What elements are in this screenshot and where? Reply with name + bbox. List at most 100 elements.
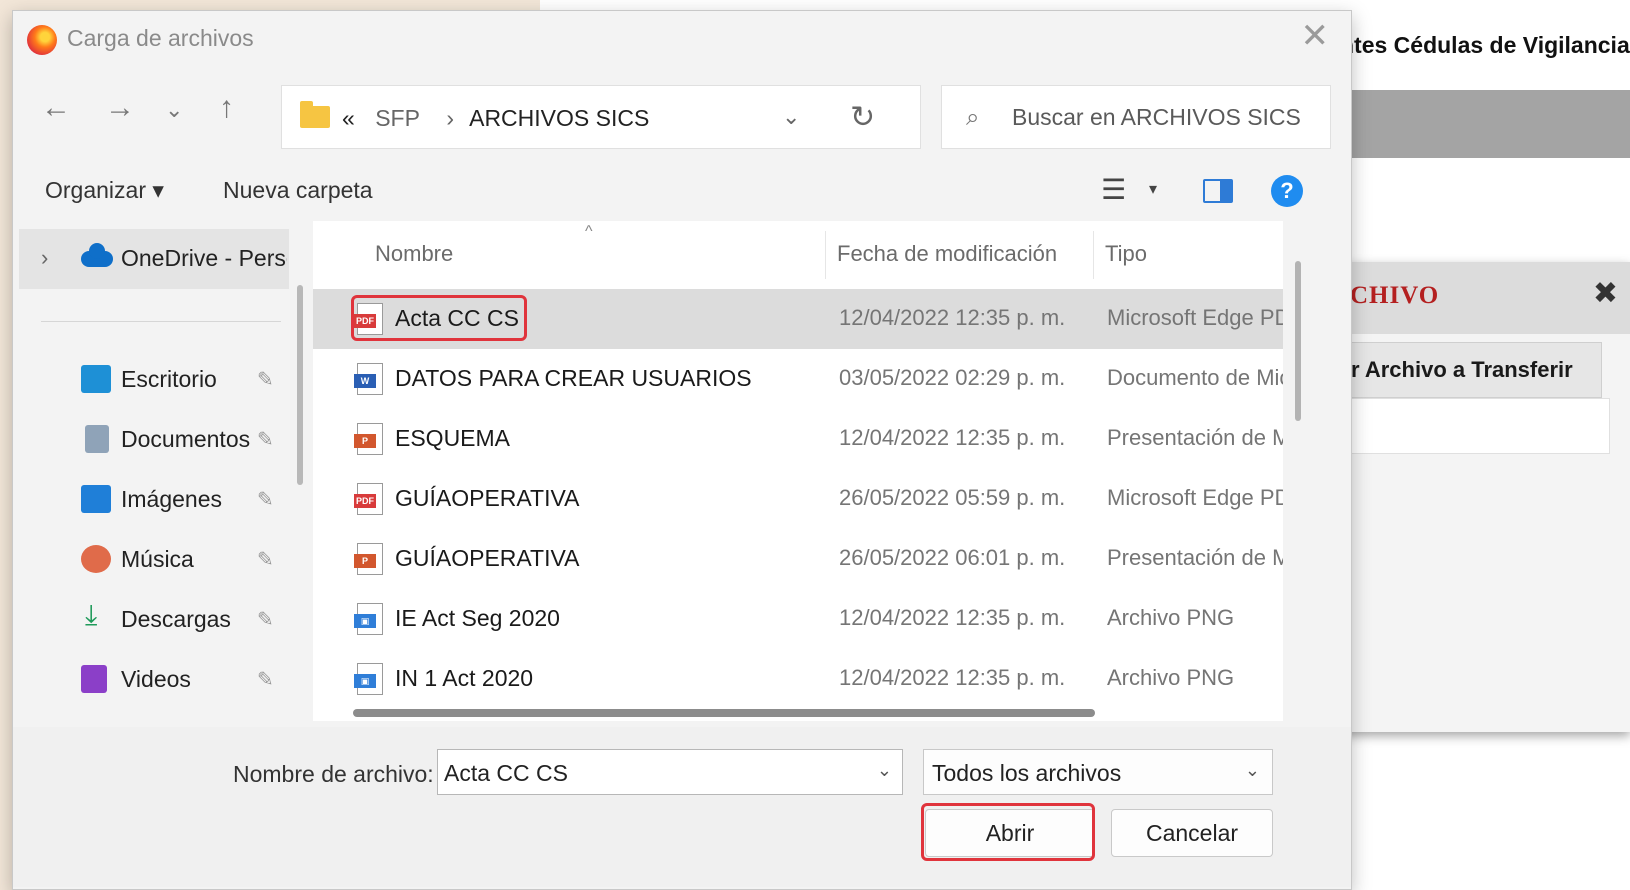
file-date: 03/05/2022 02:29 p. m.	[839, 365, 1066, 390]
search-box[interactable]: ⌕	[941, 85, 1331, 149]
file-type-badge: ▣	[354, 674, 376, 688]
expand-chevron-icon[interactable]: ›	[41, 245, 48, 271]
sidebar-item-videos[interactable]: Videos ✎	[19, 653, 289, 709]
address-bar[interactable]: « SFP › ARCHIVOS SICS ⌄ ↻	[281, 85, 921, 149]
file-row[interactable]: P GUÍAOPERATIVA 26/05/2022 06:01 p. m. P…	[313, 529, 1283, 589]
file-name: IN 1 Act 2020	[395, 665, 534, 691]
file-row[interactable]: ▣ IN 1 Act 2020 12/04/2022 12:35 p. m. A…	[313, 649, 1283, 709]
column-header-name[interactable]: Nombre	[375, 241, 453, 267]
sidebar-item-documentos[interactable]: Documentos ✎	[19, 413, 289, 469]
file-row[interactable]: PDF Acta CC CS 12/04/2022 12:35 p. m. Mi…	[313, 289, 1283, 349]
navigation-pane: › OneDrive - Perso Escritorio ✎ Document…	[19, 229, 309, 749]
pin-icon: ✎	[257, 429, 274, 451]
pin-icon: ✎	[257, 669, 274, 691]
help-icon[interactable]: ?	[1271, 175, 1303, 207]
file-date: 26/05/2022 06:01 p. m.	[839, 545, 1066, 570]
horizontal-scrollbar[interactable]	[353, 709, 1095, 717]
column-header-modified[interactable]: Fecha de modificación	[837, 241, 1057, 267]
search-input[interactable]	[1012, 100, 1312, 134]
sidebar-item-imagenes[interactable]: Imágenes ✎	[19, 473, 289, 529]
select-file-button[interactable]: r Archivo a Transferir	[1340, 342, 1602, 398]
sidebar-item-descargas[interactable]: ⤓ Descargas ✎	[19, 593, 289, 649]
breadcrumb: « SFP › ARCHIVOS SICS	[342, 105, 649, 132]
file-type-badge: P	[354, 434, 376, 448]
breadcrumb-separator-icon[interactable]: ›	[446, 105, 454, 131]
open-button-highlight	[921, 803, 1095, 861]
forward-arrow-icon[interactable]: →	[105, 93, 135, 123]
selection-highlight	[351, 295, 527, 341]
preview-pane-icon[interactable]	[1203, 179, 1233, 203]
file-name: ESQUEMA	[395, 425, 511, 451]
file-name: GUÍAOPERATIVA	[395, 545, 580, 571]
file-row[interactable]: W DATOS PARA CREAR USUARIOS 03/05/2022 0…	[313, 349, 1283, 409]
file-date: 12/04/2022 12:35 p. m.	[839, 425, 1066, 450]
breadcrumb-item[interactable]: SFP	[375, 105, 420, 131]
cancel-button[interactable]: Cancelar	[1111, 809, 1273, 857]
close-icon[interactable]: ✖	[1593, 276, 1618, 311]
background-band	[1340, 90, 1630, 158]
file-type-value: Todos los archivos	[932, 760, 1122, 786]
file-row[interactable]: P ESQUEMA 12/04/2022 12:35 p. m. Present…	[313, 409, 1283, 469]
chevron-down-icon[interactable]: ⌄	[1245, 760, 1260, 781]
file-row[interactable]: ▣ IE Act Seg 2020 12/04/2022 12:35 p. m.…	[313, 589, 1283, 649]
image-file-icon: ▣	[354, 663, 383, 695]
chevron-down-icon[interactable]: ⌄	[782, 104, 800, 130]
onedrive-cloud-icon	[81, 243, 113, 267]
filename-label: Nombre de archivo:	[233, 761, 434, 787]
dialog-title: Carga de archivos	[67, 25, 254, 51]
refresh-icon[interactable]: ↻	[850, 100, 875, 135]
powerpoint-file-icon: P	[354, 543, 383, 575]
background-modal-field	[1340, 398, 1610, 454]
breadcrumb-item[interactable]: ARCHIVOS SICS	[469, 105, 649, 131]
vertical-scrollbar[interactable]	[1295, 261, 1301, 421]
file-type-select[interactable]: Todos los archivos ⌄	[923, 749, 1273, 795]
image-file-icon: ▣	[354, 603, 383, 635]
file-type: Documento de Microsoft	[1107, 365, 1283, 390]
background-modal-title: CHIVO	[1350, 282, 1440, 309]
filename-value[interactable]: Acta CC CS	[444, 760, 568, 787]
file-type: Archivo PNG	[1107, 665, 1235, 690]
music-icon	[81, 545, 111, 573]
file-type-badge: ▣	[354, 614, 376, 628]
sidebar-item-label: Música	[121, 546, 194, 572]
background-heading: ntes Cédulas de Vigilancia	[1340, 32, 1630, 58]
file-type: Microsoft Edge PDF	[1107, 485, 1283, 510]
sort-ascending-icon: ^	[585, 223, 593, 240]
file-list: Nombre ^ Fecha de modificación Tipo PDF …	[313, 221, 1283, 721]
file-date: 12/04/2022 12:35 p. m.	[839, 605, 1066, 630]
videos-icon	[81, 665, 107, 693]
new-folder-button[interactable]: Nueva carpeta	[223, 177, 373, 204]
back-arrow-icon[interactable]: ←	[41, 93, 71, 123]
view-dropdown-icon[interactable]: ▾	[1149, 179, 1157, 199]
chevron-down-icon[interactable]: ⌄	[877, 760, 892, 781]
file-name: DATOS PARA CREAR USUARIOS	[395, 365, 752, 391]
dialog-footer: Nombre de archivo: Acta CC CS ⌄ Todos lo…	[13, 727, 1351, 887]
column-separator[interactable]	[825, 231, 826, 279]
recent-locations-chevron-icon[interactable]: ⌄	[165, 99, 183, 121]
sidebar-item-label: Descargas	[121, 606, 231, 632]
powerpoint-file-icon: P	[354, 423, 383, 455]
downloads-icon: ⤓	[85, 599, 98, 630]
pin-icon: ✎	[257, 609, 274, 631]
file-name: GUÍAOPERATIVA	[395, 485, 580, 511]
breadcrumb-overflow-icon[interactable]: «	[342, 105, 355, 131]
column-separator[interactable]	[1093, 231, 1094, 279]
command-bar: Organizar ▾ Nueva carpeta ☰ ▾ ?	[13, 161, 1351, 221]
organize-menu-button[interactable]: Organizar ▾	[45, 177, 164, 204]
column-header-type[interactable]: Tipo	[1105, 241, 1147, 267]
close-icon[interactable]: ✕	[1301, 19, 1330, 53]
filename-field[interactable]: Acta CC CS ⌄	[437, 749, 903, 795]
sidebar-item-label: Imágenes	[121, 486, 223, 512]
view-options-icon[interactable]: ☰	[1101, 173, 1126, 206]
up-arrow-icon[interactable]: ↑	[219, 93, 234, 123]
sidebar-item-onedrive[interactable]: › OneDrive - Perso	[19, 229, 289, 289]
sidebar-item-musica[interactable]: Música ✎	[19, 533, 289, 589]
title-bar: Carga de archivos ✕	[13, 11, 1351, 67]
file-row[interactable]: PDF GUÍAOPERATIVA 26/05/2022 05:59 p. m.…	[313, 469, 1283, 529]
file-type: Microsoft Edge PDF	[1107, 305, 1283, 330]
pin-icon: ✎	[257, 369, 274, 391]
sidebar-scrollbar[interactable]	[297, 285, 303, 485]
sidebar-divider	[41, 321, 281, 322]
background-modal: CHIVO ✖ r Archivo a Transferir	[1340, 262, 1630, 732]
sidebar-item-escritorio[interactable]: Escritorio ✎	[19, 353, 289, 409]
